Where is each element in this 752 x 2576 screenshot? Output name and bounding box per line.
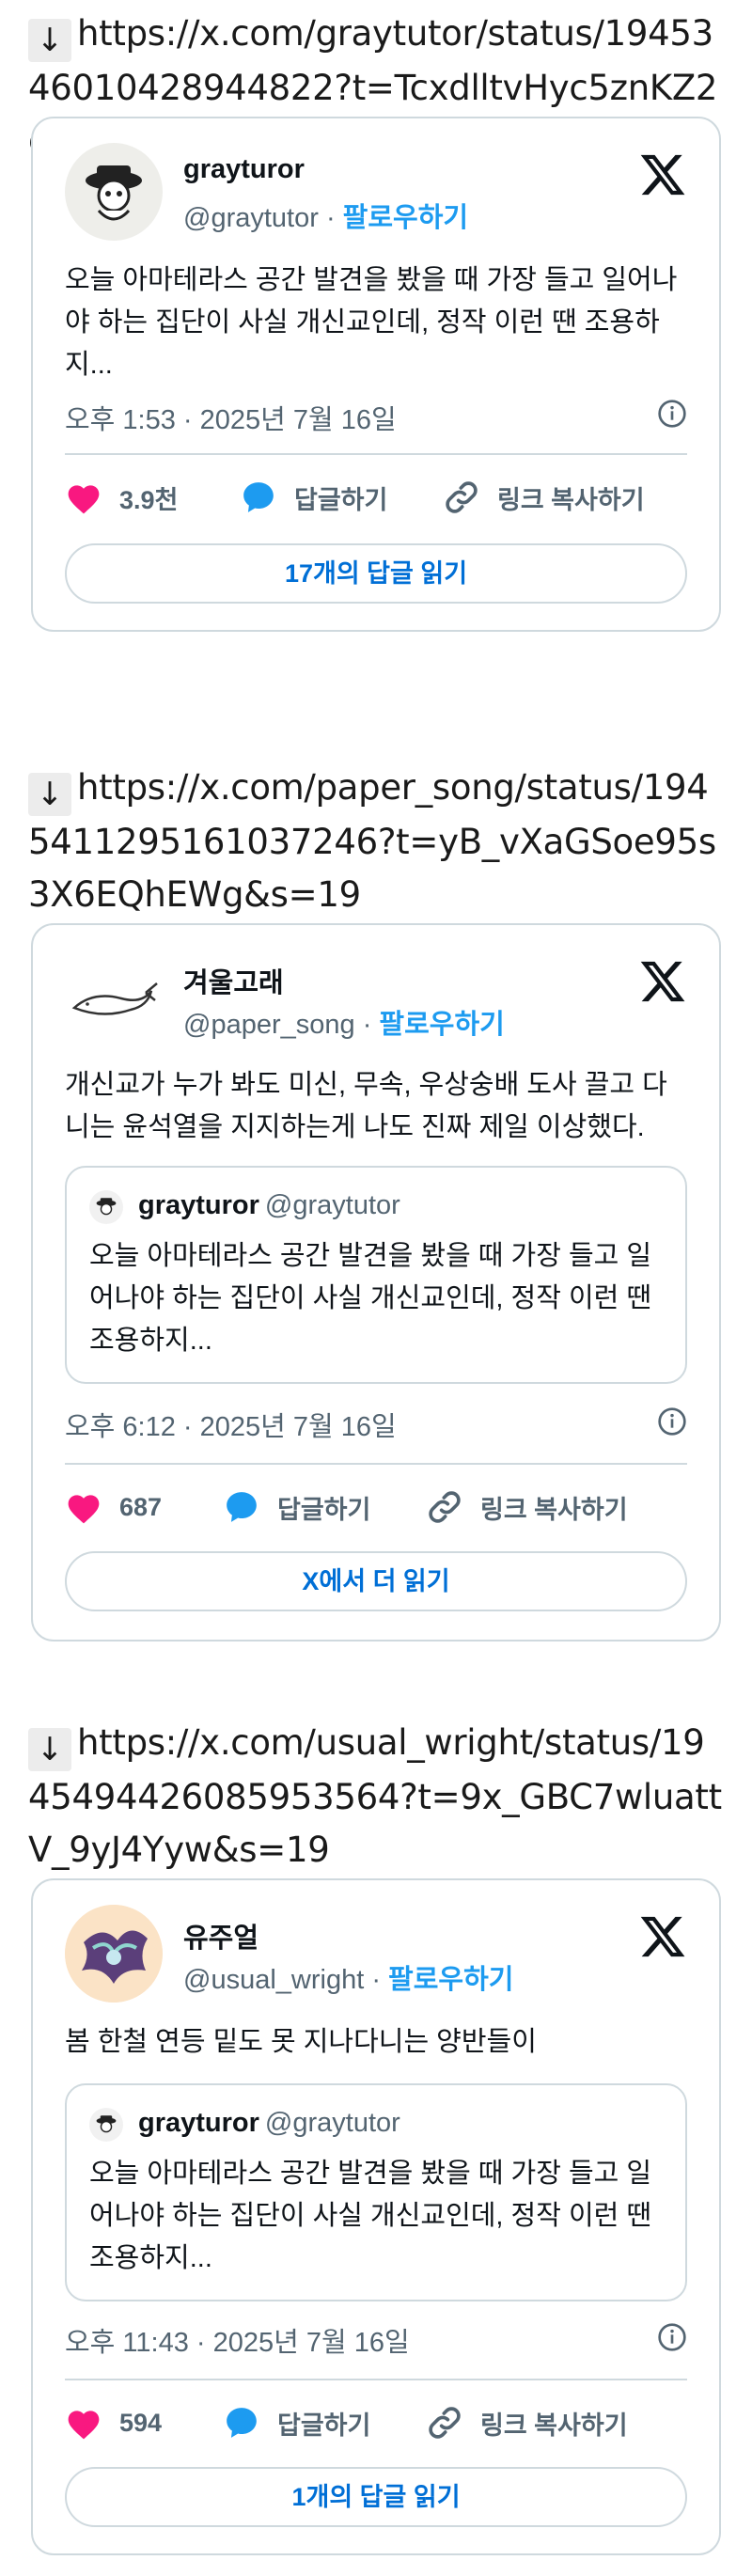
post-url-2[interactable]: ↓ https://x.com/paper_song/status/1945411… bbox=[28, 762, 724, 921]
post-url-text[interactable]: https://x.com/paper_song/status/19454112… bbox=[28, 767, 716, 915]
link-icon bbox=[429, 1491, 461, 1523]
avatar[interactable] bbox=[65, 1905, 163, 2003]
reply-button[interactable]: 답글하기 bbox=[223, 2399, 370, 2446]
tweet-header: 유주얼 @usual_wright · 팔로우하기 bbox=[65, 1905, 687, 2008]
handle[interactable]: @paper_song bbox=[183, 1010, 355, 1040]
display-name[interactable]: 유주얼 bbox=[183, 1916, 258, 1956]
reply-label: 답글하기 bbox=[277, 2411, 371, 2440]
timestamp[interactable]: 오후 6:12 · 2025년 7월 16일 bbox=[65, 1405, 397, 1444]
reply-button[interactable]: 답글하기 bbox=[223, 1484, 370, 1531]
heart-icon bbox=[68, 1495, 100, 1524]
x-logo-icon[interactable] bbox=[638, 1912, 687, 1961]
timestamp[interactable]: 오후 1:53 · 2025년 7월 16일 bbox=[65, 398, 397, 437]
avatar[interactable] bbox=[65, 143, 163, 241]
quoted-text: 오늘 아마테라스 공간 발견을 봤을 때 가장 들고 일어나야 하는 집단이 사… bbox=[89, 2159, 652, 2273]
avatar[interactable] bbox=[65, 950, 163, 1047]
quoted-text: 오늘 아마테라스 공간 발견을 봤을 때 가장 들고 일어나야 하는 집단이 사… bbox=[89, 1241, 652, 1356]
timestamp[interactable]: 오후 11:43 · 2025년 7월 16일 bbox=[65, 2320, 410, 2360]
speech-bubble-icon bbox=[227, 2408, 257, 2438]
speech-bubble-icon bbox=[243, 482, 274, 512]
display-name[interactable]: 겨울고래 bbox=[183, 961, 284, 1000]
action-bar: 687 답글하기 링크 복사하기 bbox=[65, 1484, 687, 1531]
avatar bbox=[89, 1190, 123, 1224]
copy-link-label: 링크 복사하기 bbox=[480, 1495, 628, 1524]
like-count: 3.9천 bbox=[119, 485, 179, 514]
down-arrow-icon: ↓ bbox=[28, 1728, 71, 1771]
info-icon[interactable] bbox=[657, 399, 687, 429]
tweet-text: 개신교가 누가 봐도 미신, 무속, 우상숭배 도사 끌고 다니는 윤석열을 지… bbox=[65, 1070, 667, 1142]
tweet-header: 겨울고래 @paper_song · 팔로우하기 bbox=[65, 950, 687, 1053]
post-url-text[interactable]: https://x.com/usual_wright/status/194549… bbox=[28, 1722, 722, 1870]
tweet-text: 오늘 아마테라스 공간 발견을 봤을 때 가장 들고 일어나야 하는 집단이 사… bbox=[65, 265, 678, 380]
quoted-handle: @graytutor bbox=[264, 2108, 400, 2138]
info-icon[interactable] bbox=[657, 1406, 687, 1437]
like-button[interactable]: 687 bbox=[65, 1484, 162, 1531]
read-replies-button[interactable]: 17개의 답글 읽기 bbox=[65, 543, 687, 604]
read-more-button[interactable]: X에서 더 읽기 bbox=[65, 1551, 687, 1611]
like-count: 687 bbox=[119, 1492, 163, 1521]
quoted-author: grayturor @graytutor bbox=[138, 2108, 400, 2139]
quoted-display-name: grayturor bbox=[138, 2108, 259, 2138]
link-icon bbox=[429, 2407, 461, 2439]
handle[interactable]: @usual_wright bbox=[183, 1965, 364, 1995]
action-bar: 594 답글하기 링크 복사하기 bbox=[65, 2399, 687, 2446]
action-bar: 3.9천 답글하기 링크 복사하기 bbox=[65, 474, 687, 521]
quoted-tweet[interactable]: grayturor @graytutor 오늘 아마테라스 공간 발견을 봤을 때… bbox=[65, 1166, 687, 1384]
like-count: 594 bbox=[119, 2408, 163, 2437]
read-replies-button[interactable]: 1개의 답글 읽기 bbox=[65, 2467, 687, 2527]
heart-icon bbox=[68, 485, 100, 514]
quoted-handle: @graytutor bbox=[264, 1190, 400, 1220]
tweet-card-1[interactable]: grayturor @graytutor · 팔로우하기 오늘 아마테라스 공간… bbox=[31, 117, 721, 632]
display-name[interactable]: grayturor bbox=[183, 154, 305, 185]
follow-button[interactable]: 팔로우하기 bbox=[379, 1010, 504, 1040]
tweet-text: 봄 한철 연등 밑도 못 지나다니는 양반들이 bbox=[65, 2027, 537, 2057]
like-button[interactable]: 3.9천 bbox=[65, 474, 178, 521]
tweet-card-2[interactable]: 겨울고래 @paper_song · 팔로우하기 개신교가 누가 봐도 미신, … bbox=[31, 923, 721, 1641]
copy-link-button[interactable]: 링크 복사하기 bbox=[426, 1484, 628, 1531]
handle-line: @usual_wright · 팔로우하기 bbox=[183, 1965, 514, 1995]
info-icon[interactable] bbox=[657, 2322, 687, 2352]
heart-icon bbox=[68, 2411, 100, 2440]
copy-link-button[interactable]: 링크 복사하기 bbox=[443, 474, 645, 521]
quoted-display-name: grayturor bbox=[138, 1190, 259, 1220]
handle[interactable]: @graytutor bbox=[183, 203, 319, 233]
reply-button[interactable]: 답글하기 bbox=[240, 474, 387, 521]
x-logo-icon[interactable] bbox=[638, 150, 687, 199]
reply-label: 답글하기 bbox=[294, 485, 388, 514]
speech-bubble-icon bbox=[227, 1492, 257, 1522]
divider bbox=[65, 453, 687, 455]
tweet-card-3[interactable]: 유주얼 @usual_wright · 팔로우하기 봄 한철 연등 밑도 못 지… bbox=[31, 1878, 721, 2555]
down-arrow-icon: ↓ bbox=[28, 773, 71, 816]
handle-line: @paper_song · 팔로우하기 bbox=[183, 1010, 505, 1040]
x-logo-icon[interactable] bbox=[638, 957, 687, 1006]
follow-button[interactable]: 팔로우하기 bbox=[343, 203, 468, 233]
post-url-3[interactable]: ↓ https://x.com/usual_wright/status/19454… bbox=[28, 1717, 724, 1877]
down-arrow-icon: ↓ bbox=[28, 19, 71, 62]
quoted-author: grayturor @graytutor bbox=[138, 1190, 400, 1221]
reply-label: 답글하기 bbox=[277, 1495, 371, 1524]
copy-link-button[interactable]: 링크 복사하기 bbox=[426, 2399, 628, 2446]
copy-link-label: 링크 복사하기 bbox=[497, 485, 645, 514]
link-icon bbox=[446, 481, 478, 513]
like-button[interactable]: 594 bbox=[65, 2399, 162, 2446]
divider bbox=[65, 2379, 687, 2380]
divider bbox=[65, 1463, 687, 1465]
tweet-header: grayturor @graytutor · 팔로우하기 bbox=[65, 143, 687, 246]
quoted-tweet[interactable]: grayturor @graytutor 오늘 아마테라스 공간 발견을 봤을 때… bbox=[65, 2083, 687, 2301]
follow-button[interactable]: 팔로우하기 bbox=[388, 1965, 513, 1995]
handle-line: @graytutor · 팔로우하기 bbox=[183, 203, 469, 233]
copy-link-label: 링크 복사하기 bbox=[480, 2411, 628, 2440]
avatar bbox=[89, 2108, 123, 2142]
